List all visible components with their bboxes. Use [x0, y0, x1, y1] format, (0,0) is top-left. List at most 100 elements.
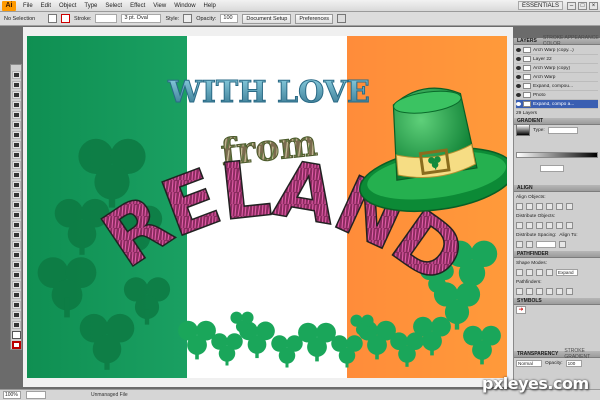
crop-icon[interactable]	[546, 288, 553, 295]
scale-tool-icon[interactable]	[12, 191, 21, 199]
symbol-arrow-icon[interactable]: ➜	[516, 306, 526, 314]
minus-back-icon[interactable]	[566, 288, 573, 295]
menu-object[interactable]: Object	[55, 0, 80, 12]
layer-row-selected[interactable]: Expand, compo a...	[516, 100, 598, 109]
hand-tool-icon[interactable]	[12, 311, 21, 319]
layers-tab[interactable]: LAYERS	[517, 38, 537, 44]
close-icon[interactable]: ×	[589, 1, 598, 10]
spacing-vertical-icon[interactable]	[516, 241, 523, 248]
transparency-opacity-field[interactable]: 100	[565, 359, 582, 367]
gradient-tool-icon[interactable]	[12, 251, 21, 259]
eye-icon[interactable]	[516, 48, 521, 52]
symbols-panel-header[interactable]: SYMBOLS	[514, 298, 600, 305]
align-bottom-icon[interactable]	[566, 203, 573, 210]
align-panel-header[interactable]: ALIGN	[514, 185, 600, 192]
blob-brush-tool-icon[interactable]	[12, 161, 21, 169]
pencil-tool-icon[interactable]	[12, 151, 21, 159]
pathfinder-panel-header[interactable]: PATHFINDER	[514, 251, 600, 258]
unite-icon[interactable]	[516, 269, 523, 276]
menu-window[interactable]: Window	[170, 0, 199, 12]
eyedropper-tool-icon[interactable]	[12, 261, 21, 269]
minimize-icon[interactable]: –	[567, 1, 576, 10]
menu-type[interactable]: Type	[80, 0, 101, 12]
menu-edit[interactable]: Edit	[37, 0, 55, 12]
trim-icon[interactable]	[526, 288, 533, 295]
paintbrush-tool-icon[interactable]	[12, 141, 21, 149]
exclude-icon[interactable]	[546, 269, 553, 276]
document-canvas[interactable]: WITH LOVE from IRELAND	[23, 27, 513, 387]
divide-icon[interactable]	[516, 288, 523, 295]
zoom-field[interactable]: 100%	[3, 391, 21, 399]
maximize-icon[interactable]: □	[578, 1, 587, 10]
brush-field[interactable]: 3 pt. Oval	[121, 14, 162, 23]
warp-tool-icon[interactable]	[12, 201, 21, 209]
align-right-icon[interactable]	[536, 203, 543, 210]
eraser-tool-icon[interactable]	[12, 171, 21, 179]
workspace-switcher[interactable]: ESSENTIALS	[517, 1, 563, 10]
transparency-tab[interactable]: TRANSPARENCY	[517, 351, 558, 357]
symbol-sprayer-tool-icon[interactable]	[12, 221, 21, 229]
align-left-icon[interactable]	[516, 203, 523, 210]
align-middle-icon[interactable]	[556, 203, 563, 210]
transparency-panel-header[interactable]: TRANSPARENCY STROKE GRADIENT	[514, 348, 600, 360]
layer-row[interactable]: Arch Warp	[516, 73, 598, 82]
eye-icon[interactable]	[516, 66, 521, 70]
layers-panel-header[interactable]: LAYERS STROKE APPEARANCE COLOR	[514, 35, 600, 47]
preferences-button[interactable]: Preferences	[295, 13, 334, 24]
direct-selection-tool-icon[interactable]	[12, 81, 21, 89]
line-tool-icon[interactable]	[12, 121, 21, 129]
artboard-nav[interactable]	[26, 391, 46, 399]
rectangle-tool-icon[interactable]	[12, 131, 21, 139]
menu-effect[interactable]: Effect	[126, 0, 149, 12]
fill-color-icon[interactable]	[12, 331, 21, 339]
eye-icon[interactable]	[516, 75, 521, 79]
eye-icon[interactable]	[516, 57, 521, 61]
mesh-tool-icon[interactable]	[12, 241, 21, 249]
arrange-icon[interactable]	[337, 14, 347, 23]
pen-tool-icon[interactable]	[12, 101, 21, 109]
spacing-horizontal-icon[interactable]	[526, 241, 533, 248]
layer-row[interactable]: Arch Warp (copy...)	[516, 46, 598, 55]
gradient-slider[interactable]	[516, 152, 598, 158]
align-to-icon[interactable]	[559, 241, 566, 248]
align-tab[interactable]: ALIGN	[517, 185, 533, 191]
eye-icon[interactable]	[516, 93, 521, 97]
symbols-tab[interactable]: SYMBOLS	[517, 298, 542, 304]
menu-help[interactable]: Help	[200, 0, 220, 12]
gradient-location-field[interactable]	[540, 164, 564, 172]
merge-icon[interactable]	[536, 288, 543, 295]
distribute-hcenter-icon[interactable]	[556, 222, 563, 229]
distribute-center-icon[interactable]	[526, 222, 533, 229]
rotate-tool-icon[interactable]	[12, 181, 21, 189]
layer-row[interactable]: Expand, compou...	[516, 82, 598, 91]
pathfinder-tab[interactable]: PATHFINDER	[517, 251, 548, 257]
align-center-icon[interactable]	[526, 203, 533, 210]
opacity-field[interactable]: 100	[220, 14, 239, 23]
fill-swatch[interactable]	[48, 14, 57, 23]
eye-icon[interactable]	[516, 84, 521, 88]
expand-button[interactable]: Expand	[556, 269, 578, 276]
slice-tool-icon[interactable]	[12, 301, 21, 309]
document-setup-button[interactable]: Document Setup	[242, 13, 292, 24]
stroke-weight-field[interactable]	[95, 14, 118, 23]
distribute-top-icon[interactable]	[516, 222, 523, 229]
menu-select[interactable]: Select	[101, 0, 126, 12]
intersect-icon[interactable]	[536, 269, 543, 276]
magic-wand-tool-icon[interactable]	[12, 91, 21, 99]
zoom-tool-icon[interactable]	[12, 321, 21, 329]
free-transform-tool-icon[interactable]	[12, 211, 21, 219]
crop-tool-icon[interactable]	[12, 291, 21, 299]
outline-icon[interactable]	[556, 288, 563, 295]
gradient-type-select[interactable]	[547, 126, 578, 134]
selection-tool-icon[interactable]	[12, 71, 21, 79]
distribute-right-icon[interactable]	[566, 222, 573, 229]
artboard[interactable]: WITH LOVE from IRELAND	[27, 36, 507, 378]
menu-view[interactable]: View	[149, 0, 170, 12]
layer-row[interactable]: Photo	[516, 91, 598, 100]
type-tool-icon[interactable]	[12, 111, 21, 119]
distribute-bottom-icon[interactable]	[536, 222, 543, 229]
distribute-left-icon[interactable]	[546, 222, 553, 229]
menu-file[interactable]: File	[19, 0, 37, 12]
align-top-icon[interactable]	[546, 203, 553, 210]
layer-row[interactable]: Layer 22	[516, 55, 598, 64]
